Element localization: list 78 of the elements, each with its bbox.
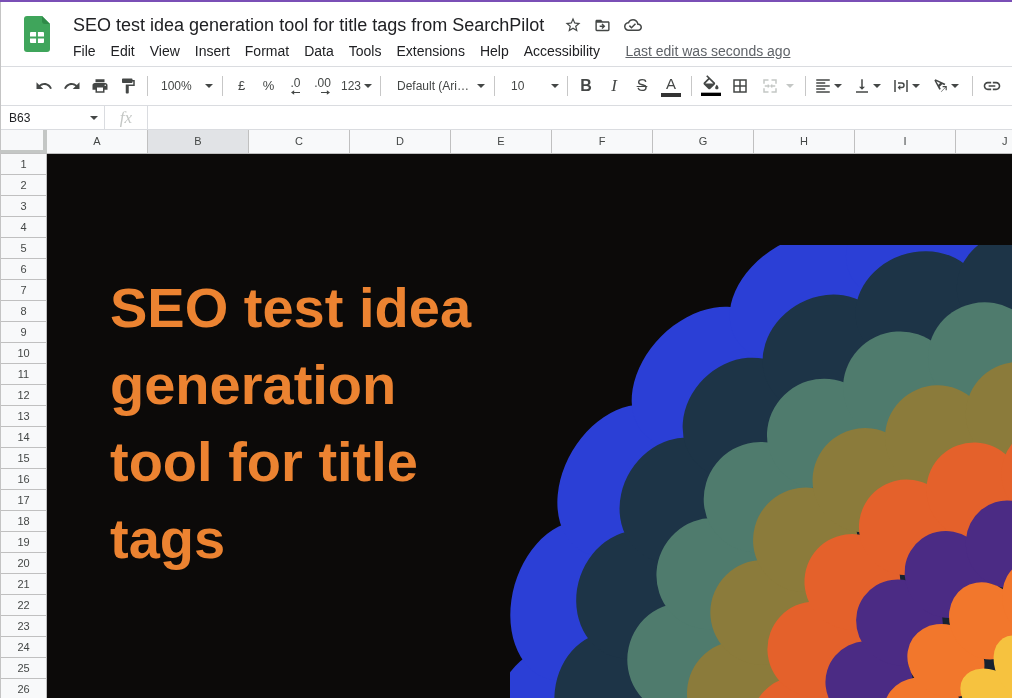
- function-label: fx: [119, 107, 133, 128]
- text-color-button[interactable]: A: [656, 72, 686, 100]
- menu-item[interactable]: Format: [237, 40, 297, 62]
- row-header[interactable]: 19: [1, 532, 47, 553]
- name-box[interactable]: B63: [1, 106, 105, 129]
- number-format-dropdown[interactable]: 123: [336, 72, 376, 100]
- caret-icon: [873, 84, 881, 88]
- row-header[interactable]: 16: [1, 469, 47, 490]
- align-bottom-icon: [853, 77, 871, 95]
- printer-icon: [91, 77, 109, 95]
- spreadsheet-logo-icon[interactable]: [24, 16, 50, 52]
- row-header[interactable]: 3: [1, 196, 47, 217]
- row-header[interactable]: 18: [1, 511, 47, 532]
- row-header[interactable]: 13: [1, 406, 47, 427]
- menu-item[interactable]: Accessibility: [516, 40, 608, 62]
- caret-icon: [951, 84, 959, 88]
- row-header[interactable]: 21: [1, 574, 47, 595]
- column-header[interactable]: B: [148, 130, 249, 153]
- caret-icon: [786, 84, 794, 88]
- row-header[interactable]: 12: [1, 385, 47, 406]
- paint-roller-icon: [119, 77, 137, 95]
- caret-icon: [205, 84, 213, 88]
- row-header[interactable]: 20: [1, 553, 47, 574]
- align-left-icon: [814, 77, 832, 95]
- row-header[interactable]: 11: [1, 364, 47, 385]
- row-header[interactable]: 2: [1, 175, 47, 196]
- increase-decimals-button[interactable]: .00: [309, 72, 336, 100]
- font-dropdown[interactable]: Default (Ari…: [385, 72, 490, 100]
- row-header[interactable]: 5: [1, 238, 47, 259]
- row-header[interactable]: 25: [1, 658, 47, 679]
- row-header[interactable]: 8: [1, 301, 47, 322]
- row-header[interactable]: 23: [1, 616, 47, 637]
- row-header[interactable]: 4: [1, 217, 47, 238]
- paint-bucket-icon: [701, 75, 721, 97]
- menu-item[interactable]: Edit: [103, 40, 143, 62]
- italic-button[interactable]: I: [600, 72, 628, 100]
- row-header[interactable]: 6: [1, 259, 47, 280]
- menu-item[interactable]: View: [142, 40, 188, 62]
- currency-button[interactable]: £: [228, 72, 255, 100]
- document-title[interactable]: SEO test idea generation tool for title tags from SearchPilot: [73, 11, 545, 39]
- menu-item[interactable]: Tools: [341, 40, 389, 62]
- caret-icon: [551, 84, 559, 88]
- row-header[interactable]: 22: [1, 595, 47, 616]
- menu-item[interactable]: Data: [296, 40, 342, 62]
- zoom-dropdown[interactable]: 100%: [153, 72, 217, 100]
- menu-item[interactable]: Help: [472, 40, 517, 62]
- row-header[interactable]: 26: [1, 679, 47, 698]
- row-header[interactable]: 24: [1, 637, 47, 658]
- cloud-check-icon: [624, 16, 643, 34]
- row-header[interactable]: 17: [1, 490, 47, 511]
- row-header[interactable]: 15: [1, 448, 47, 469]
- row-header[interactable]: 1: [1, 154, 47, 175]
- text-wrap-icon: [892, 77, 910, 95]
- row-header[interactable]: 9: [1, 322, 47, 343]
- menu-item[interactable]: Extensions: [388, 40, 473, 62]
- merge-cells-icon: [761, 77, 779, 95]
- bold-button[interactable]: B: [572, 72, 600, 100]
- left-arrow-icon: [291, 90, 300, 95]
- rotated-text-icon: [931, 77, 949, 95]
- row-header[interactable]: 14: [1, 427, 47, 448]
- caret-icon: [364, 84, 373, 88]
- caret-icon: [912, 84, 920, 88]
- star-icon: [564, 16, 583, 34]
- percent-button[interactable]: %: [255, 72, 282, 100]
- last-edit-link[interactable]: Last edit was seconds ago: [625, 40, 791, 62]
- decrease-decimals-button[interactable]: .0: [282, 72, 309, 100]
- caret-icon: [477, 84, 485, 88]
- menu-item[interactable]: Insert: [187, 40, 238, 62]
- right-arrow-icon: [321, 90, 330, 95]
- font-size-dropdown[interactable]: 10: [499, 72, 563, 100]
- grid-icon: [731, 77, 749, 95]
- image-title: SEO test idea generation tool for title tags: [110, 275, 473, 572]
- row-header[interactable]: 7: [1, 280, 47, 301]
- color-bar-icon: [661, 92, 681, 97]
- row-header[interactable]: 10: [1, 343, 47, 364]
- menu-item[interactable]: File: [65, 40, 104, 62]
- caret-icon: [90, 115, 98, 120]
- caret-icon: [834, 84, 842, 88]
